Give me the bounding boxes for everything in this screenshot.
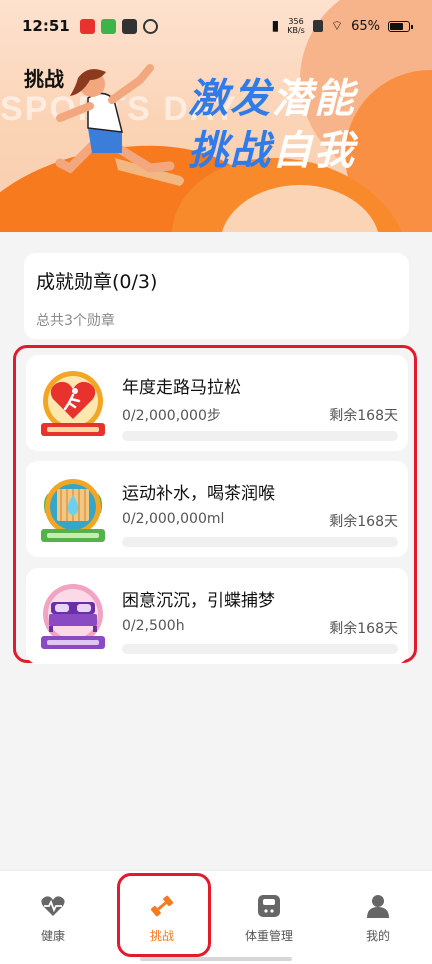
- banner-slogan-line2: 挑战自我: [188, 128, 356, 174]
- vibrate-icon: ▮: [271, 18, 280, 34]
- badge-progress-bar: [122, 431, 398, 441]
- badge-list: 年度走路马拉松 0/2,000,000步 剩余168天 运动补水，喝茶润喉 0/…: [13, 345, 417, 664]
- nav-item-label: 我的: [365, 929, 390, 943]
- app-notification-icon: [142, 18, 158, 34]
- badge-remaining-days: 剩余168天: [329, 408, 398, 424]
- badge-progress-text: 0/2,000,000步: [122, 408, 221, 424]
- banner-slogan-line1: 激发潜能: [188, 76, 356, 122]
- heart-pulse-icon: [41, 896, 65, 916]
- badge-card-sleep[interactable]: 困意沉沉，引蝶捕梦 0/2,500h 剩余168天: [26, 568, 408, 664]
- app-notification-icon: [100, 18, 116, 34]
- badge-remaining-days: 剩余168天: [329, 621, 398, 637]
- scale-icon: [258, 895, 280, 917]
- sim-icon: [312, 20, 323, 32]
- battery-percent: 65%: [351, 18, 380, 34]
- app-notification-icon: [79, 18, 95, 34]
- nav-item-health[interactable]: 健康: [8, 893, 98, 944]
- badge-title: 运动补水，喝茶润喉: [122, 484, 275, 504]
- battery-icon: [388, 20, 413, 32]
- achievement-summary-title: 成就勋章(0/3): [36, 271, 158, 293]
- water-drop-icon: [41, 479, 105, 542]
- badge-title: 困意沉沉，引蝶捕梦: [122, 591, 275, 611]
- status-bar: 12:51 ▮ 356 KB/s ⌔ 65%: [0, 0, 432, 52]
- badge-card-hydration[interactable]: 运动补水，喝茶润喉 0/2,000,000ml 剩余168天: [26, 461, 408, 557]
- person-icon: [367, 895, 389, 918]
- badge-card-walking-marathon[interactable]: 年度走路马拉松 0/2,000,000步 剩余168天: [26, 355, 408, 451]
- badge-progress-text: 0/2,500h: [122, 618, 185, 634]
- badge-progress-bar: [122, 644, 398, 654]
- bottom-nav: 健康 挑战 体重管理 我的: [0, 870, 432, 964]
- badge-title: 年度走路马拉松: [122, 378, 241, 398]
- achievement-summary-card: 成就勋章(0/3) 总共3个勋章: [24, 253, 409, 339]
- page-title: 挑战: [24, 67, 64, 91]
- app-notification-icon: [121, 18, 137, 34]
- home-indicator: [140, 957, 292, 961]
- status-time: 12:51: [22, 17, 70, 35]
- notification-icons: [79, 18, 158, 34]
- wifi-icon: ⌔: [330, 19, 344, 34]
- runner-heart-icon: [41, 371, 105, 436]
- nav-item-label: 健康: [40, 929, 65, 943]
- bed-icon: [41, 584, 105, 649]
- badge-progress-text: 0/2,000,000ml: [122, 511, 225, 527]
- achievement-summary-subtitle: 总共3个勋章: [36, 313, 115, 329]
- badge-remaining-days: 剩余168天: [329, 514, 398, 530]
- nav-item-mine[interactable]: 我的: [333, 893, 423, 944]
- nav-item-weight[interactable]: 体重管理: [224, 893, 314, 944]
- nav-item-label: 体重管理: [244, 929, 293, 943]
- net-speed: 356 KB/s: [287, 17, 305, 35]
- nav-highlight-box: [117, 873, 211, 957]
- badge-progress-bar: [122, 537, 398, 547]
